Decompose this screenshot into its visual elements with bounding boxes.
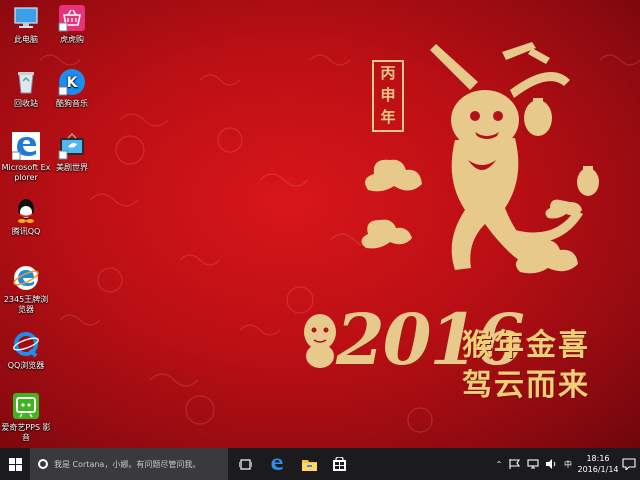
desktop-icon-this-pc[interactable]: 此电脑: [0, 4, 52, 45]
desktop-icon-qq-browser[interactable]: QQ浏览器: [0, 330, 52, 371]
desktop-icon-label: 美剧世界: [56, 163, 88, 172]
action-center-flag-icon[interactable]: [509, 459, 521, 469]
monkey-head-ornament: [304, 314, 336, 368]
chevron-up-icon[interactable]: ⌃: [492, 460, 506, 469]
kugou-music-icon: K: [58, 69, 85, 96]
clock-time: 18:16: [586, 454, 610, 463]
cortana-search-box[interactable]: 我是 Cortana，小娜。有问题尽管问我。: [30, 448, 228, 480]
desktop-icon-huhugou[interactable]: 虎虎购: [46, 4, 98, 45]
desktop-icon-label: 2345王牌浏览器: [3, 295, 49, 314]
taskbar-file-explorer-button[interactable]: [298, 448, 320, 480]
taskbar-edge-button[interactable]: [266, 448, 288, 480]
file-explorer-icon: [301, 459, 317, 471]
windows-logo-icon: [8, 457, 22, 471]
desktop-icon-label: 腾讯QQ: [11, 227, 41, 236]
desktop-icon-label: 回收站: [14, 99, 38, 108]
qq-browser-icon: [13, 332, 39, 358]
input-method-indicator[interactable]: 中: [560, 459, 576, 470]
desktop-icon-label: Microsoft Explorer: [1, 163, 51, 182]
store-icon: [332, 457, 346, 471]
iqiyi-pps-icon: [13, 393, 39, 419]
system-tray: ⌃ 中 18:16 2016/1/14: [492, 448, 640, 480]
stamp-seal: 丙申年: [372, 60, 404, 132]
clock[interactable]: 18:16 2016/1/14: [576, 453, 620, 475]
blessing-line-1: 猴年金喜: [462, 328, 590, 363]
taskbar: 我是 Cortana，小娜。有问题尽管问我。 ⌃ 中 18:16 2016/1/…: [0, 448, 640, 480]
volume-icon[interactable]: [545, 459, 557, 469]
desktop-icon-recycle-bin[interactable]: 回收站: [0, 68, 52, 109]
task-view-icon: [238, 458, 252, 470]
desktop-icon-microsoft-explorer[interactable]: Microsoft Explorer: [0, 132, 52, 183]
start-button[interactable]: [0, 448, 30, 480]
cortana-icon: [38, 459, 48, 469]
qq-penguin-icon: [18, 199, 34, 223]
shopping-basket-icon: [58, 5, 85, 32]
desktop-icon-iqiyi-pps[interactable]: 爱奇艺PPS 影音: [0, 392, 52, 443]
desktop-icon-meiju-world[interactable]: 美剧世界: [46, 132, 98, 173]
taskbar-store-button[interactable]: [328, 448, 350, 480]
blessing-line-2: 驾云而来: [462, 368, 590, 403]
network-icon[interactable]: [527, 459, 539, 469]
edge-icon: [12, 132, 40, 160]
desktop-icon-label: 虎虎购: [60, 35, 84, 44]
desktop-icon-2345-browser[interactable]: 2345王牌浏览器: [0, 264, 52, 315]
desktop-icon-label: 酷狗音乐: [56, 99, 88, 108]
desktop-icon-kugou-music[interactable]: K 酷狗音乐: [46, 68, 98, 109]
computer-icon: [14, 7, 38, 28]
svg-text:K: K: [67, 75, 79, 91]
edge-icon: [271, 458, 283, 470]
tv-twitter-icon: [58, 133, 84, 160]
notifications-icon[interactable]: [622, 458, 636, 470]
search-placeholder: 我是 Cortana，小娜。有问题尽管问我。: [54, 459, 201, 469]
recycle-bin-icon: [18, 72, 34, 94]
browser-2345-icon: [13, 266, 39, 290]
desktop: 丙申年 2016 猴年金喜 驾云而来 此电脑 回收站 Microsoft Exp…: [0, 0, 640, 448]
task-view-button[interactable]: [234, 448, 256, 480]
desktop-icon-label: QQ浏览器: [7, 361, 45, 370]
desktop-icon-label: 爱奇艺PPS 影音: [1, 423, 51, 442]
desktop-icon-tencent-qq[interactable]: 腾讯QQ: [0, 196, 52, 237]
desktop-icon-label: 此电脑: [14, 35, 38, 44]
clock-date: 2016/1/14: [577, 465, 619, 474]
